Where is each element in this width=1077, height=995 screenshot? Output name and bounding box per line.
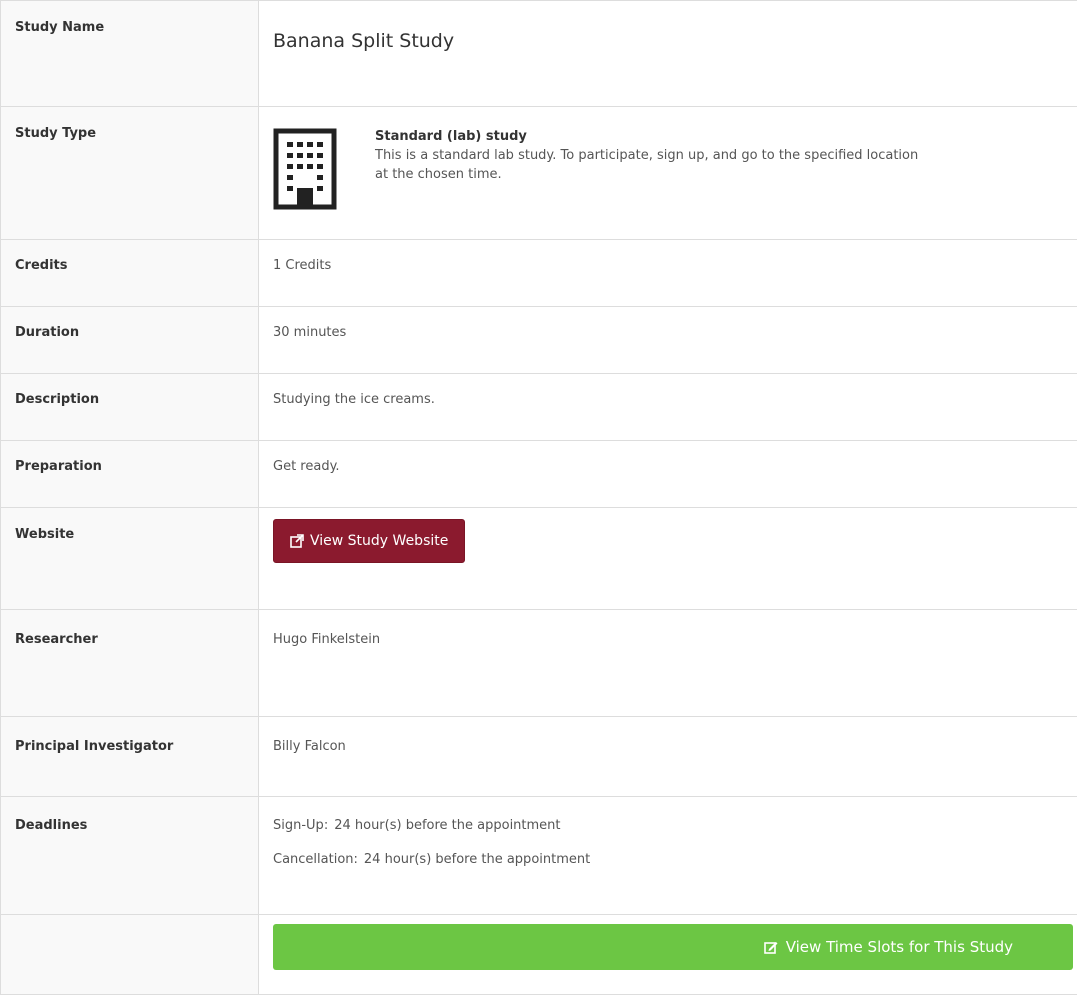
view-study-website-button[interactable]: View Study Website — [273, 519, 465, 563]
cancellation-deadline-key: Cancellation: — [273, 852, 358, 867]
principal-investigator-label: Principal Investigator — [1, 717, 259, 797]
website-cell: View Study Website — [259, 508, 1077, 610]
description-label: Description — [1, 374, 259, 441]
credits-value: 1 Credits — [259, 240, 1077, 307]
principal-investigator-value: Billy Falcon — [259, 717, 1077, 797]
edit-icon — [764, 940, 778, 954]
duration-label: Duration — [1, 307, 259, 374]
study-type-description: This is a standard lab study. To partici… — [375, 146, 935, 184]
study-details-table: Study Name Banana Split Study Study Type — [0, 0, 1077, 995]
view-time-slots-label: View Time Slots for This Study — [786, 937, 1013, 957]
row-study-name: Study Name Banana Split Study — [1, 1, 1077, 107]
building-icon — [273, 128, 337, 210]
signup-deadline-key: Sign-Up: — [273, 818, 328, 833]
study-name-value: Banana Split Study — [273, 30, 454, 52]
study-type-title: Standard (lab) study — [375, 128, 935, 146]
row-study-type: Study Type Standard (lab) study — [1, 107, 1077, 240]
row-credits: Credits 1 Credits — [1, 240, 1077, 307]
website-label: Website — [1, 508, 259, 610]
study-name-cell: Banana Split Study — [259, 1, 1077, 107]
study-type-label: Study Type — [1, 107, 259, 240]
view-time-slots-button[interactable]: View Time Slots for This Study — [273, 924, 1073, 970]
duration-value: 30 minutes — [259, 307, 1077, 374]
researcher-label: Researcher — [1, 610, 259, 717]
signup-deadline: Sign-Up: 24 hour(s) before the appointmen… — [273, 816, 1075, 836]
deadlines-label: Deadlines — [1, 797, 259, 915]
study-type-cell: Standard (lab) study This is a standard … — [259, 107, 1077, 240]
row-principal-investigator: Principal Investigator Billy Falcon — [1, 717, 1077, 797]
actions-empty-label — [1, 915, 259, 995]
researcher-value: Hugo Finkelstein — [259, 610, 1077, 717]
row-description: Description Studying the ice creams. — [1, 374, 1077, 441]
view-study-website-label: View Study Website — [310, 531, 448, 551]
preparation-label: Preparation — [1, 441, 259, 508]
row-actions: View Time Slots for This Study — [1, 915, 1077, 995]
preparation-value: Get ready. — [259, 441, 1077, 508]
cancellation-deadline: Cancellation: 24 hour(s) before the appoi… — [273, 850, 1075, 870]
study-name-label: Study Name — [1, 1, 259, 107]
row-duration: Duration 30 minutes — [1, 307, 1077, 374]
row-preparation: Preparation Get ready. — [1, 441, 1077, 508]
actions-cell: View Time Slots for This Study — [259, 915, 1077, 995]
row-website: Website View Study Website — [1, 508, 1077, 610]
credits-label: Credits — [1, 240, 259, 307]
cancellation-deadline-value: 24 hour(s) before the appointment — [364, 852, 590, 867]
row-deadlines: Deadlines Sign-Up: 24 hour(s) before the … — [1, 797, 1077, 915]
deadlines-cell: Sign-Up: 24 hour(s) before the appointmen… — [259, 797, 1077, 915]
description-value: Studying the ice creams. — [259, 374, 1077, 441]
signup-deadline-value: 24 hour(s) before the appointment — [334, 818, 560, 833]
row-researcher: Researcher Hugo Finkelstein — [1, 610, 1077, 717]
external-link-icon — [290, 534, 304, 548]
